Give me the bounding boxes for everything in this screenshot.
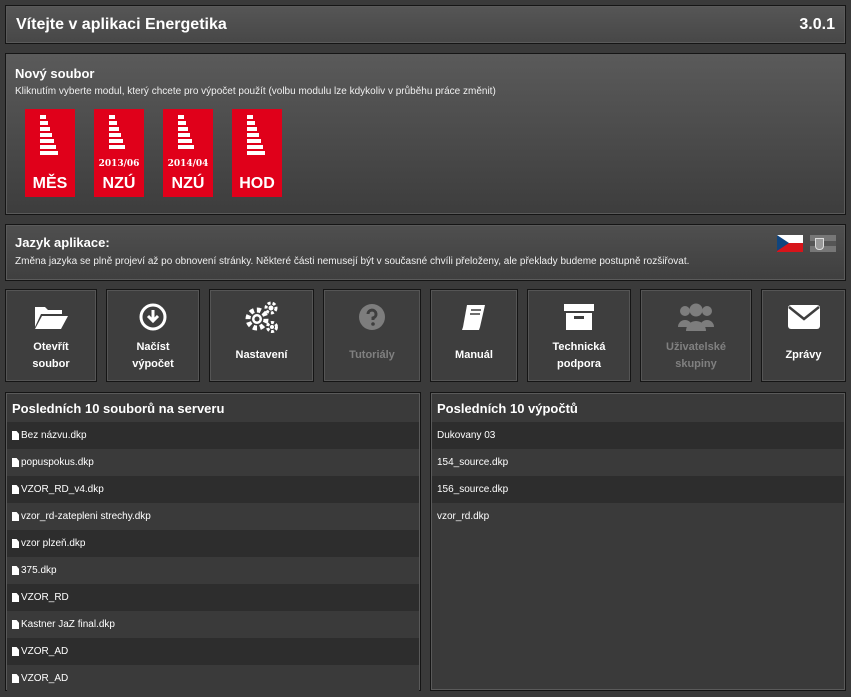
open-file-label: Otevřít soubor	[32, 340, 70, 370]
list-item[interactable]: Bez názvu.dkp	[7, 422, 419, 449]
list-item[interactable]: Kastner JaZ final.dkp	[7, 611, 419, 638]
tutorials-button[interactable]: Tutoriály	[323, 289, 421, 382]
file-icon	[12, 566, 19, 575]
messages-label: Zprávy	[785, 349, 822, 361]
manual-label: Manuál	[455, 349, 493, 361]
app-title: Vítejte v aplikaci Energetika	[16, 16, 227, 33]
file-icon	[12, 674, 19, 683]
recent-files-panel: Posledních 10 souborů na serveru Bez náz…	[5, 392, 421, 692]
new-file-description: Kliknutím vyberte modul, který chcete pr…	[15, 86, 496, 97]
module-code: NZÚ	[102, 175, 136, 192]
list-item[interactable]: vzor_rd-zatepleni strechy.dkp	[7, 503, 419, 530]
file-icon	[12, 485, 19, 494]
user-groups-label: Uživatelské skupiny	[666, 340, 726, 370]
title-bar: Vítejte v aplikaci Energetika 3.0.1	[5, 5, 846, 44]
settings-button[interactable]: Nastavení	[209, 289, 314, 382]
module-mes-button[interactable]: MĚS	[25, 109, 75, 197]
new-file-section: Nový soubor Kliknutím vyberte modul, kte…	[5, 53, 846, 215]
language-title: Jazyk aplikace:	[15, 235, 110, 250]
app-version: 3.0.1	[799, 16, 835, 33]
module-date: 2013/06	[98, 159, 140, 169]
slovak-flag-icon[interactable]	[810, 235, 836, 252]
module-code: NZÚ	[171, 175, 205, 192]
list-item[interactable]: VZOR_RD	[7, 584, 419, 611]
list-item[interactable]: VZOR_AD	[7, 665, 419, 692]
file-icon	[12, 593, 19, 602]
language-section: Jazyk aplikace: Změna jazyka se plně pro…	[5, 224, 846, 281]
manual-button[interactable]: Manuál	[430, 289, 518, 382]
load-calculation-label: Načíst výpočet	[132, 340, 174, 370]
module-hod-button[interactable]: HOD	[232, 109, 282, 197]
list-item[interactable]: vzor plzeň.dkp	[7, 530, 419, 557]
module-code: HOD	[239, 175, 275, 192]
list-item[interactable]: 156_source.dkp	[432, 476, 844, 503]
list-item[interactable]: vzor_rd.dkp	[432, 503, 844, 530]
module-code: MĚS	[32, 175, 68, 192]
recent-calculations-panel: Posledních 10 výpočtů Dukovany 03 154_so…	[430, 392, 846, 691]
file-icon	[12, 647, 19, 656]
language-description: Změna jazyka se plně projeví až po obnov…	[15, 256, 690, 267]
file-icon	[12, 620, 19, 629]
tutorials-label: Tutoriály	[349, 349, 395, 361]
module-nzu-2013-button[interactable]: 2013/06 NZÚ	[94, 109, 144, 197]
file-icon	[12, 512, 19, 521]
file-icon	[12, 458, 19, 467]
module-nzu-2014-button[interactable]: 2014/04 NZÚ	[163, 109, 213, 197]
recent-calculations-list: Dukovany 03 154_source.dkp 156_source.dk…	[432, 422, 844, 530]
load-calculation-button[interactable]: Načíst výpočet	[106, 289, 200, 382]
recent-files-title: Posledních 10 souborů na serveru	[12, 401, 225, 416]
support-button[interactable]: Technická podpora	[527, 289, 631, 382]
new-file-title: Nový soubor	[15, 66, 95, 81]
recent-files-list: Bez názvu.dkp popuspokus.dkp VZOR_RD_v4.…	[7, 422, 419, 692]
file-icon	[12, 539, 19, 548]
recent-calculations-title: Posledních 10 výpočtů	[437, 401, 578, 416]
list-item[interactable]: 375.dkp	[7, 557, 419, 584]
list-item[interactable]: VZOR_RD_v4.dkp	[7, 476, 419, 503]
czech-flag-icon[interactable]	[777, 235, 803, 252]
list-item[interactable]: 154_source.dkp	[432, 449, 844, 476]
module-date: 2014/04	[167, 159, 209, 169]
file-icon	[12, 431, 19, 440]
staircase-icon	[178, 115, 194, 151]
support-label: Technická podpora	[552, 340, 606, 370]
list-item[interactable]: Dukovany 03	[432, 422, 844, 449]
user-groups-button[interactable]: Uživatelské skupiny	[640, 289, 752, 382]
staircase-icon	[40, 115, 58, 157]
messages-button[interactable]: Zprávy	[761, 289, 846, 382]
list-item[interactable]: VZOR_AD	[7, 638, 419, 665]
settings-label: Nastavení	[235, 349, 288, 361]
list-item[interactable]: popuspokus.dkp	[7, 449, 419, 476]
staircase-icon	[247, 115, 265, 157]
staircase-icon	[109, 115, 125, 151]
open-file-button[interactable]: Otevřít soubor	[5, 289, 97, 382]
